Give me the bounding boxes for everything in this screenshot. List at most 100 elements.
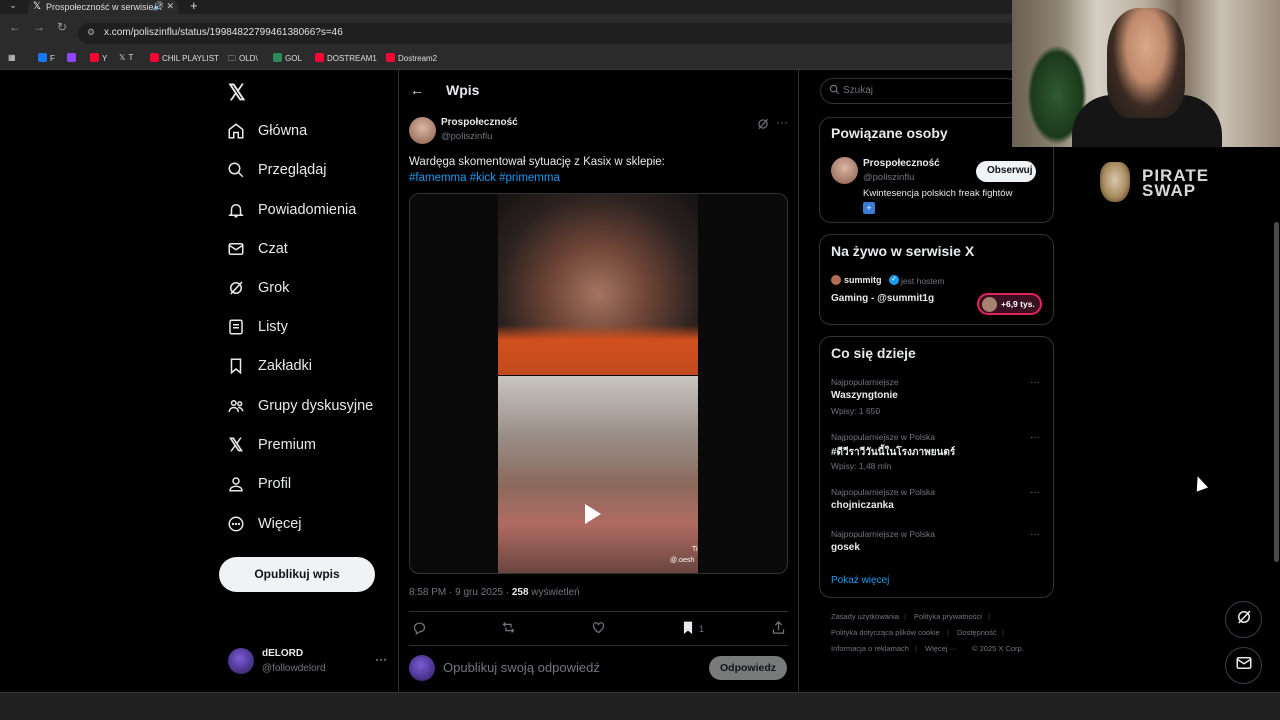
reload-icon[interactable]: ↻ bbox=[57, 20, 67, 34]
more-dots-icon[interactable]: ··· bbox=[1030, 377, 1040, 388]
footer-link[interactable]: Polityka prywatności bbox=[914, 612, 982, 621]
back-nav-icon[interactable]: ← bbox=[9, 20, 21, 34]
trend-context: Najpopularniejsze bbox=[831, 377, 899, 387]
divider bbox=[409, 645, 788, 646]
bookmark-item[interactable]: 𝕏T bbox=[119, 53, 133, 62]
more-dots-icon[interactable]: ··· bbox=[375, 652, 387, 666]
bookmark-item[interactable]: GOL bbox=[273, 53, 302, 63]
reply-button[interactable]: Odpowiedz bbox=[709, 656, 787, 680]
live-stream-title[interactable]: Gaming - @summit1g bbox=[831, 293, 934, 304]
share-icon[interactable] bbox=[771, 620, 786, 635]
hashtag-link[interactable]: #famemma bbox=[409, 172, 467, 184]
live-host[interactable]: summitg bbox=[844, 275, 882, 285]
related-handle[interactable]: @poliszinflu bbox=[863, 172, 914, 183]
list-icon bbox=[226, 317, 246, 337]
bookmark-action[interactable]: 1 bbox=[681, 620, 704, 637]
nav-profile[interactable]: Profil bbox=[226, 469, 396, 499]
nav-label: Więcej bbox=[258, 516, 302, 532]
scrollbar[interactable] bbox=[1274, 222, 1279, 562]
reply-icon[interactable] bbox=[412, 620, 427, 635]
profile-icon bbox=[226, 474, 246, 494]
hashtag-link[interactable]: #kick bbox=[470, 172, 496, 184]
grok-icon bbox=[1235, 608, 1253, 631]
author-avatar[interactable] bbox=[409, 117, 436, 144]
footer-link[interactable]: Informacja o reklamach bbox=[831, 644, 909, 653]
repost-icon[interactable] bbox=[501, 620, 516, 635]
like-icon[interactable] bbox=[591, 620, 606, 635]
x-premium-icon: 𝕏 bbox=[228, 434, 244, 455]
avatar bbox=[409, 655, 435, 681]
nav-home[interactable]: Główna bbox=[226, 116, 396, 146]
grok-icon bbox=[226, 278, 246, 298]
nav-bookmarks[interactable]: Zakładki bbox=[226, 351, 396, 381]
address-bar[interactable]: ⚙ x.com/poliszinflu/status/1998482279946… bbox=[78, 23, 1018, 44]
post-button[interactable]: Opublikuj wpis bbox=[219, 557, 375, 592]
show-more-link[interactable]: Pokaż więcej bbox=[831, 575, 889, 586]
os-taskbar bbox=[0, 692, 1280, 720]
x-favicon-icon: 𝕏 bbox=[33, 1, 42, 12]
more-dots-icon[interactable]: ··· bbox=[776, 115, 788, 129]
site-info-icon[interactable]: ⚙ bbox=[87, 27, 95, 38]
live-listeners-pill[interactable]: +6,9 tys. bbox=[977, 293, 1042, 315]
bookmark-item[interactable]: DOSTREAM1 bbox=[315, 53, 377, 63]
nav-lists[interactable]: Listy bbox=[226, 312, 396, 342]
nav-more[interactable]: Więcej bbox=[226, 509, 396, 539]
post-text: Wardęga skomentował sytuację z Kasix w s… bbox=[409, 154, 779, 186]
bookmark-item[interactable]: CHIL PLAYLIST bbox=[150, 53, 219, 63]
messages-fab[interactable] bbox=[1225, 647, 1262, 684]
back-arrow-icon[interactable]: ← bbox=[410, 82, 424, 98]
bookmark-item[interactable]: Y bbox=[90, 53, 107, 63]
more-dots-icon[interactable]: ··· bbox=[1030, 487, 1040, 498]
tab-title: Prospołeczność w serwisie X bbox=[46, 2, 163, 12]
search-input[interactable]: Szukaj bbox=[820, 78, 1020, 104]
bookmark-item[interactable]: Dostream2 bbox=[386, 53, 437, 63]
related-name[interactable]: Prospołeczność bbox=[863, 158, 940, 169]
live-title: Na żywo w serwisie X bbox=[831, 243, 975, 259]
nav-label: Listy bbox=[258, 319, 288, 335]
video-watermark: Ti bbox=[692, 546, 698, 553]
trend-name[interactable]: #ดีวีราวีวันนี้ในโรงภาพยนตร์ bbox=[831, 445, 955, 460]
trend-name[interactable]: chojniczanka bbox=[831, 500, 894, 511]
footer-link[interactable]: Więcej ··· bbox=[925, 644, 957, 653]
video-frame-shirt bbox=[498, 325, 698, 375]
nav-premium[interactable]: 𝕏 Premium bbox=[226, 430, 396, 460]
follow-button[interactable]: Obserwuj bbox=[976, 161, 1036, 182]
post-timestamp[interactable]: 8:58 PM · 9 gru 2025 · bbox=[409, 587, 512, 598]
account-switcher[interactable]: dELORD @followdelord ··· bbox=[226, 644, 391, 682]
forward-nav-icon[interactable]: → bbox=[33, 20, 45, 34]
author-name[interactable]: Prospołeczność bbox=[441, 117, 518, 128]
envelope-icon bbox=[226, 239, 246, 259]
bookmark-item[interactable] bbox=[67, 53, 79, 63]
author-handle[interactable]: @poliszinflu bbox=[441, 131, 492, 142]
avatar[interactable] bbox=[831, 157, 858, 184]
grok-fab[interactable] bbox=[1225, 601, 1262, 638]
footer-link[interactable]: Polityka dotycząca plików cookie bbox=[831, 628, 940, 637]
reply-input[interactable]: Opublikuj swoją odpowiedź bbox=[443, 660, 600, 675]
nav-explore[interactable]: Przeglądaj bbox=[226, 155, 396, 185]
nav-label: Grok bbox=[258, 280, 290, 296]
youtube-icon bbox=[386, 53, 395, 62]
apps-grid-icon[interactable]: ▦ bbox=[8, 53, 16, 62]
grok-explain-icon[interactable] bbox=[756, 117, 770, 136]
footer-link[interactable]: Zasady użytkowania bbox=[831, 612, 899, 621]
account-name: dELORD bbox=[262, 648, 304, 659]
nav-communities[interactable]: Grupy dyskusyjne bbox=[226, 391, 396, 421]
nav-chat[interactable]: Czat bbox=[226, 234, 396, 264]
hashtag-link[interactable]: #primemma bbox=[499, 172, 560, 184]
webcam-overlay bbox=[1012, 0, 1280, 147]
more-dots-icon[interactable]: ··· bbox=[1030, 529, 1040, 540]
trend-name[interactable]: gosek bbox=[831, 542, 860, 553]
browser-tab[interactable]: 𝕏 Prospołeczność w serwisie X 🔊 ✕ bbox=[28, 0, 178, 14]
x-logo-icon[interactable]: 𝕏 bbox=[228, 80, 246, 106]
bookmark-item[interactable]: F bbox=[38, 53, 55, 63]
nav-notifications[interactable]: Powiadomienia bbox=[226, 195, 396, 225]
play-icon[interactable] bbox=[585, 504, 601, 524]
more-dots-icon[interactable]: ··· bbox=[1030, 432, 1040, 443]
tab-list-button[interactable]: ⌄ bbox=[4, 0, 22, 14]
tab-close-icon[interactable]: 🔊 ✕ bbox=[153, 1, 174, 12]
new-tab-button[interactable]: + bbox=[190, 0, 198, 13]
bookmark-folder[interactable]: 🗀 OLD\ bbox=[228, 53, 258, 67]
trend-name[interactable]: Waszyngtonie bbox=[831, 390, 898, 401]
nav-grok[interactable]: Grok bbox=[226, 273, 396, 303]
footer-link[interactable]: Dostępność bbox=[957, 628, 997, 637]
